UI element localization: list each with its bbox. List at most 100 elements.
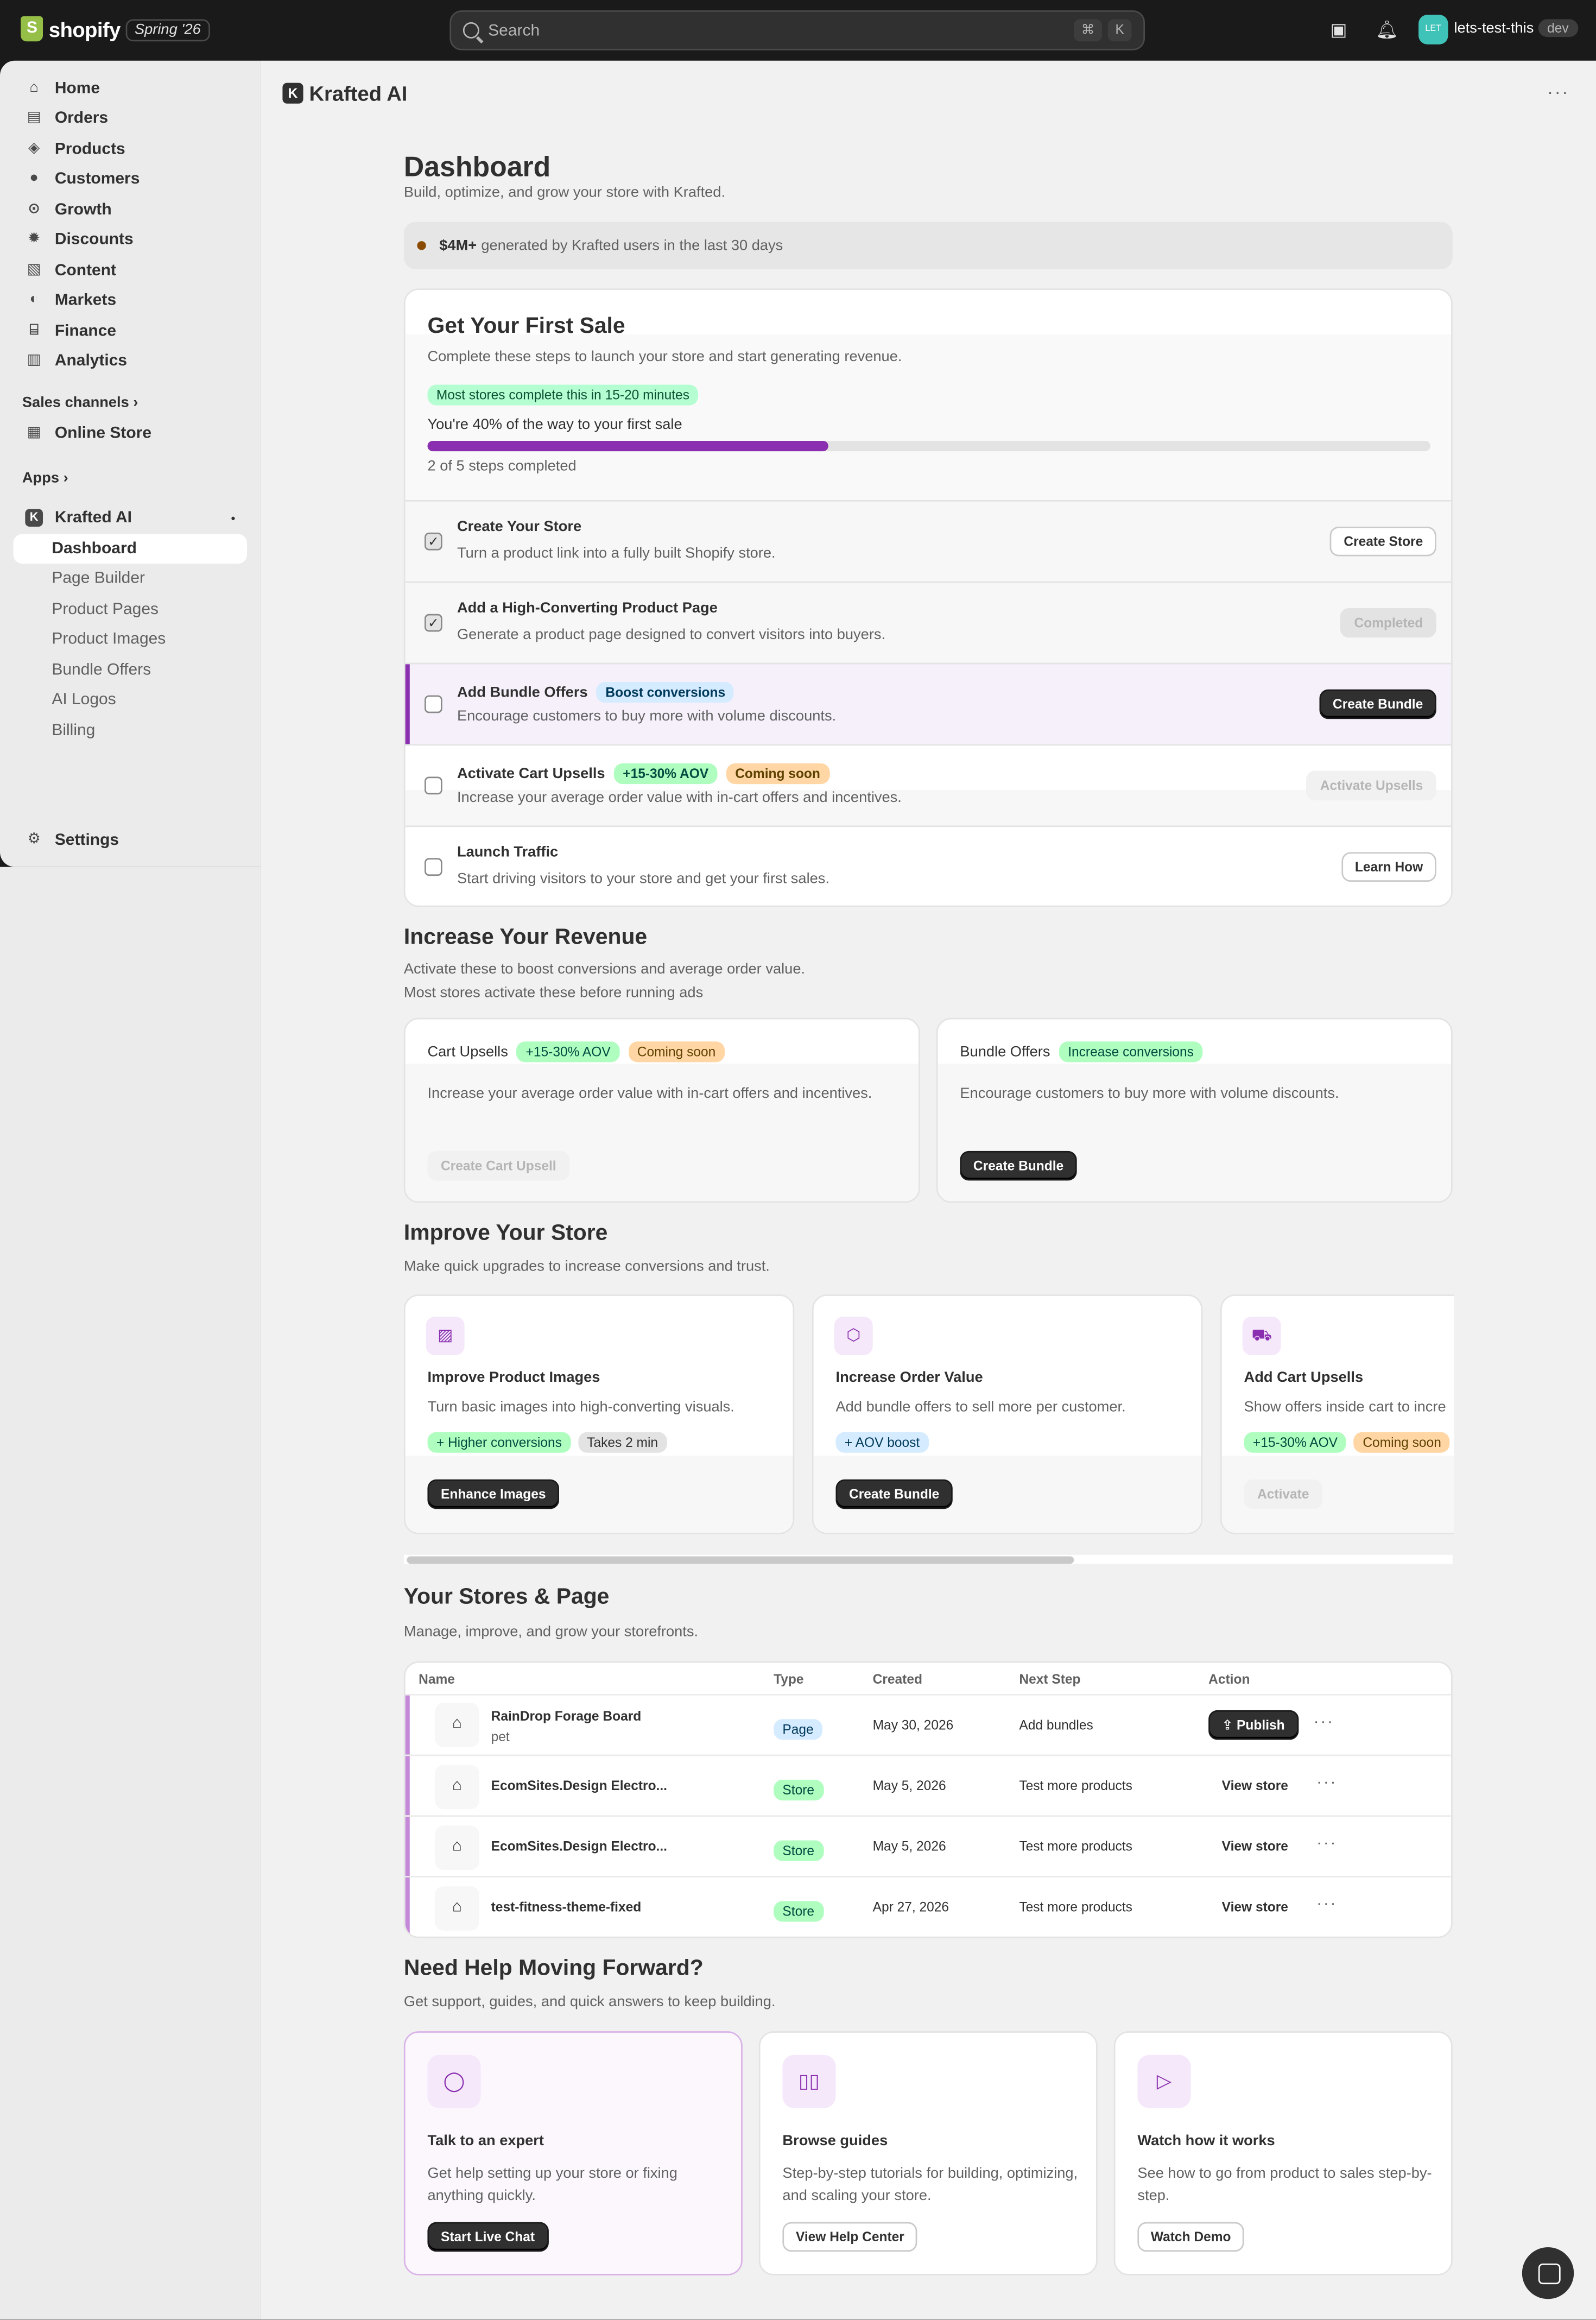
sidebar-item-label: Billing: [52, 722, 96, 740]
sidebar-item-finance[interactable]: ⌸ Finance: [14, 317, 248, 346]
view-store-button[interactable]: View store: [1208, 1831, 1301, 1861]
sidebar-item-home[interactable]: ⌂ Home: [14, 74, 248, 103]
person-icon: ●: [29, 170, 39, 187]
activate-upsells-button[interactable]: Activate Upsells: [1307, 770, 1436, 801]
sidebar-item-product-images[interactable]: Product Images: [14, 624, 248, 654]
sidebar-item-content[interactable]: ▧ Content: [14, 256, 248, 285]
step-checkbox[interactable]: [425, 695, 442, 713]
time-badge: Takes 2 min: [578, 1432, 667, 1453]
sidebar-item-online-store[interactable]: ▦ Online Store: [14, 419, 248, 448]
create-bundle-button[interactable]: Create Bundle: [960, 1150, 1077, 1181]
card-title: Increase Order Value: [835, 1370, 983, 1387]
step-title-text: Add Bundle Offers: [457, 684, 588, 701]
card-desc: Turn basic images into high-converting v…: [427, 1399, 734, 1416]
row-name[interactable]: test-fitness-theme-fixed: [491, 1900, 642, 1914]
enhance-images-button[interactable]: Enhance Images: [427, 1479, 560, 1509]
scrollbar-thumb[interactable]: [407, 1556, 1074, 1564]
chat-launcher-icon[interactable]: [1522, 2247, 1574, 2299]
image-icon: ▨: [426, 1317, 465, 1355]
conversions-badge: Increase conversions: [1059, 1041, 1203, 1063]
start-live-chat-button[interactable]: Start Live Chat: [427, 2222, 548, 2252]
search-placeholder: Search: [488, 21, 540, 40]
sidebar-item-billing[interactable]: Billing: [14, 716, 248, 745]
table-row[interactable]: ⌂ RainDrop Forage Board pet Page May 30,…: [405, 1693, 1452, 1755]
view-store-button[interactable]: View store: [1208, 1771, 1301, 1800]
row-more-icon[interactable]: ···: [1316, 1895, 1337, 1913]
step-cart-upsells: Activate Cart Upsells +15-30% AOV Coming s…: [405, 744, 1452, 827]
row-more-icon[interactable]: ···: [1316, 1774, 1337, 1792]
activate-button[interactable]: Activate: [1244, 1479, 1323, 1509]
table-row[interactable]: ⌂ EcomSites.Design Electro... Store May …: [405, 1754, 1452, 1816]
sidebar-item-analytics[interactable]: ▥ Analytics: [14, 346, 248, 376]
tag-icon: ◈: [28, 140, 40, 157]
sidebar-item-discounts[interactable]: ✹ Discounts: [14, 225, 248, 254]
sidebar-item-growth[interactable]: ⊙ Growth: [14, 195, 248, 225]
improve-carousel[interactable]: ▨ Improve Product Images Turn basic imag…: [403, 1294, 1454, 1546]
type-badge: Store: [774, 1840, 824, 1861]
row-more-icon[interactable]: ···: [1314, 1713, 1334, 1731]
carousel-scrollbar[interactable]: [403, 1554, 1453, 1564]
create-bundle-button[interactable]: Create Bundle: [835, 1479, 953, 1509]
sidebar-item-settings[interactable]: ⚙ Settings: [14, 825, 248, 855]
create-cart-upsell-button[interactable]: Create Cart Upsell: [427, 1150, 570, 1181]
row-name[interactable]: RainDrop Forage Board: [491, 1709, 642, 1723]
step-checkbox[interactable]: [425, 858, 442, 876]
sidebar-item-page-builder[interactable]: Page Builder: [14, 564, 248, 593]
top-bar: shopify Spring '26 Search ⌘ K ▣ 🔔︎ LET l…: [0, 0, 1596, 61]
sidebar-item-products[interactable]: ◈ Products: [14, 135, 248, 164]
sidebar-item-label: Growth: [54, 201, 112, 219]
row-name[interactable]: EcomSites.Design Electro...: [491, 1839, 667, 1854]
column-header-name: Name: [419, 1672, 455, 1687]
sidebar-item-ai-logos[interactable]: AI Logos: [14, 685, 248, 715]
more-actions-icon[interactable]: ···: [1547, 81, 1569, 102]
learn-how-button[interactable]: Learn How: [1341, 852, 1436, 882]
sidebar-item-label: Home: [54, 80, 100, 98]
watch-demo-button[interactable]: Watch Demo: [1137, 2222, 1245, 2252]
tile-lower-bg: [938, 1064, 1452, 1202]
column-header-type: Type: [774, 1672, 804, 1687]
search-input[interactable]: Search ⌘ K: [449, 10, 1145, 50]
search-shortcut: ⌘ K: [1074, 19, 1132, 42]
step-checkbox[interactable]: ✓: [425, 532, 442, 551]
sidebar-item-customers[interactable]: ● Customers: [14, 164, 248, 193]
sidebar-item-orders[interactable]: ▤ Orders: [14, 104, 248, 133]
first-sale-title: Get Your First Sale: [427, 313, 625, 339]
sidebar-item-dashboard[interactable]: Dashboard: [13, 534, 248, 564]
progress-fill: [427, 440, 829, 452]
growth-icon: ⊙: [28, 201, 41, 218]
sidebar-item-label: Finance: [54, 323, 117, 340]
step-checkbox[interactable]: ✓: [425, 614, 442, 632]
app-store-icon[interactable]: ▣: [1328, 19, 1349, 40]
sidebar-item-krafted-ai[interactable]: K Krafted AI •: [14, 503, 248, 532]
publish-button[interactable]: ⇪ Publish: [1208, 1710, 1299, 1740]
view-store-button[interactable]: View store: [1208, 1892, 1301, 1921]
avatar[interactable]: LET: [1418, 15, 1448, 45]
apps-label: Apps: [22, 470, 59, 487]
shopify-logo[interactable]: shopify: [21, 16, 121, 42]
apps-heading[interactable]: Apps ›: [22, 470, 68, 486]
store-name[interactable]: lets-test-this: [1454, 21, 1534, 37]
globe-icon: ◐: [29, 291, 39, 308]
row-name[interactable]: EcomSites.Design Electro...: [491, 1778, 667, 1793]
home-icon: ⌂: [29, 80, 39, 97]
orders-icon: ▤: [27, 109, 41, 126]
table-row[interactable]: ⌂ EcomSites.Design Electro... Store May …: [405, 1815, 1452, 1876]
chart-icon: ▥: [27, 352, 41, 369]
command-key: ⌘: [1074, 19, 1102, 42]
step-checkbox[interactable]: [425, 776, 442, 795]
sidebar-bottom: [0, 867, 261, 2320]
create-bundle-button[interactable]: Create Bundle: [1319, 689, 1436, 719]
table-row[interactable]: ⌂ test-fitness-theme-fixed Store Apr 27,…: [405, 1876, 1452, 1937]
sidebar-item-label: Product Images: [52, 630, 166, 648]
sales-channels-heading[interactable]: Sales channels ›: [22, 395, 138, 412]
row-more-icon[interactable]: ···: [1316, 1835, 1337, 1853]
store-icon: ⌂: [435, 1703, 479, 1747]
sidebar-item-markets[interactable]: ◐ Markets: [14, 286, 248, 315]
view-help-center-button[interactable]: View Help Center: [782, 2222, 918, 2252]
bell-icon[interactable]: 🔔︎: [1376, 19, 1398, 40]
active-step-indicator: [405, 664, 410, 746]
create-store-button[interactable]: Create Store: [1330, 527, 1436, 557]
card-title-row: Cart Upsells +15-30% AOV Coming soon: [427, 1041, 725, 1063]
sidebar-item-bundle-offers[interactable]: Bundle Offers: [14, 655, 248, 685]
sidebar-item-product-pages[interactable]: Product Pages: [14, 595, 248, 624]
